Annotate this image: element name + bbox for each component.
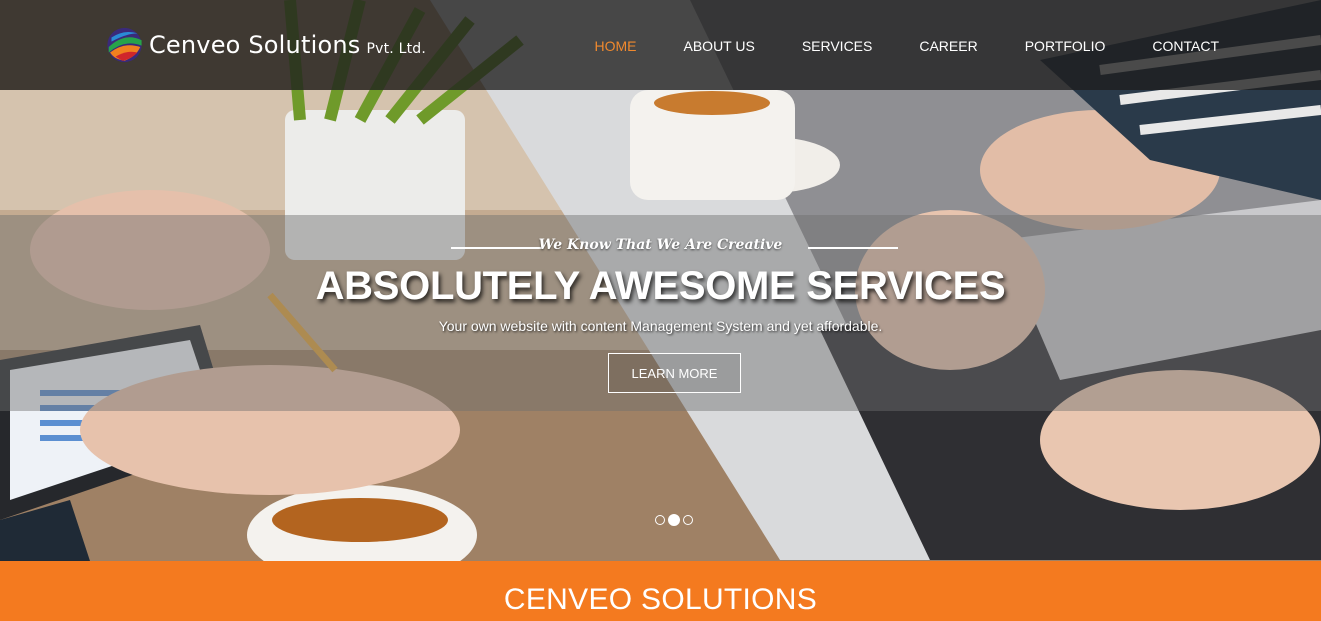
globe-swirl-logo-icon: [107, 27, 142, 63]
slider-pagination: [655, 514, 693, 526]
hero-tagline-row: We Know That We Are Creative: [0, 236, 1321, 254]
company-section: CENVEO SOLUTIONS: [0, 561, 1321, 621]
brand-suffix-text: Pvt. Ltd.: [366, 41, 426, 57]
hero-headline: ABSOLUTELY AWESOME SERVICES: [315, 264, 1006, 308]
nav-item-contact[interactable]: CONTACT: [1152, 38, 1219, 54]
nav-item-services[interactable]: SERVICES: [802, 38, 873, 54]
hero-subline: Your own website with content Management…: [438, 318, 883, 334]
hero-tagline: We Know That We Are Creative: [538, 237, 783, 253]
brand-name-text: Cenveo Solutions: [148, 31, 361, 59]
section-title: CENVEO SOLUTIONS: [503, 583, 818, 616]
learn-more-button[interactable]: LEARN MORE: [608, 353, 741, 393]
slider-dot-2[interactable]: [668, 514, 680, 526]
nav-item-home[interactable]: HOME: [595, 38, 637, 54]
brand-logo[interactable]: Cenveo Solutions Pvt. Ltd.: [106, 14, 426, 76]
slider-dot-1[interactable]: [655, 515, 665, 525]
main-nav: HOME ABOUT US SERVICES CAREER PORTFOLIO …: [548, 38, 1220, 54]
brand-name: Cenveo Solutions Pvt. Ltd.: [149, 31, 426, 59]
header-bar: Cenveo Solutions Pvt. Ltd. HOME ABOUT US …: [0, 0, 1321, 90]
nav-item-about-us[interactable]: ABOUT US: [684, 38, 755, 54]
nav-item-career[interactable]: CAREER: [919, 38, 977, 54]
slider-dot-3[interactable]: [683, 515, 693, 525]
nav-item-portfolio[interactable]: PORTFOLIO: [1025, 38, 1106, 54]
